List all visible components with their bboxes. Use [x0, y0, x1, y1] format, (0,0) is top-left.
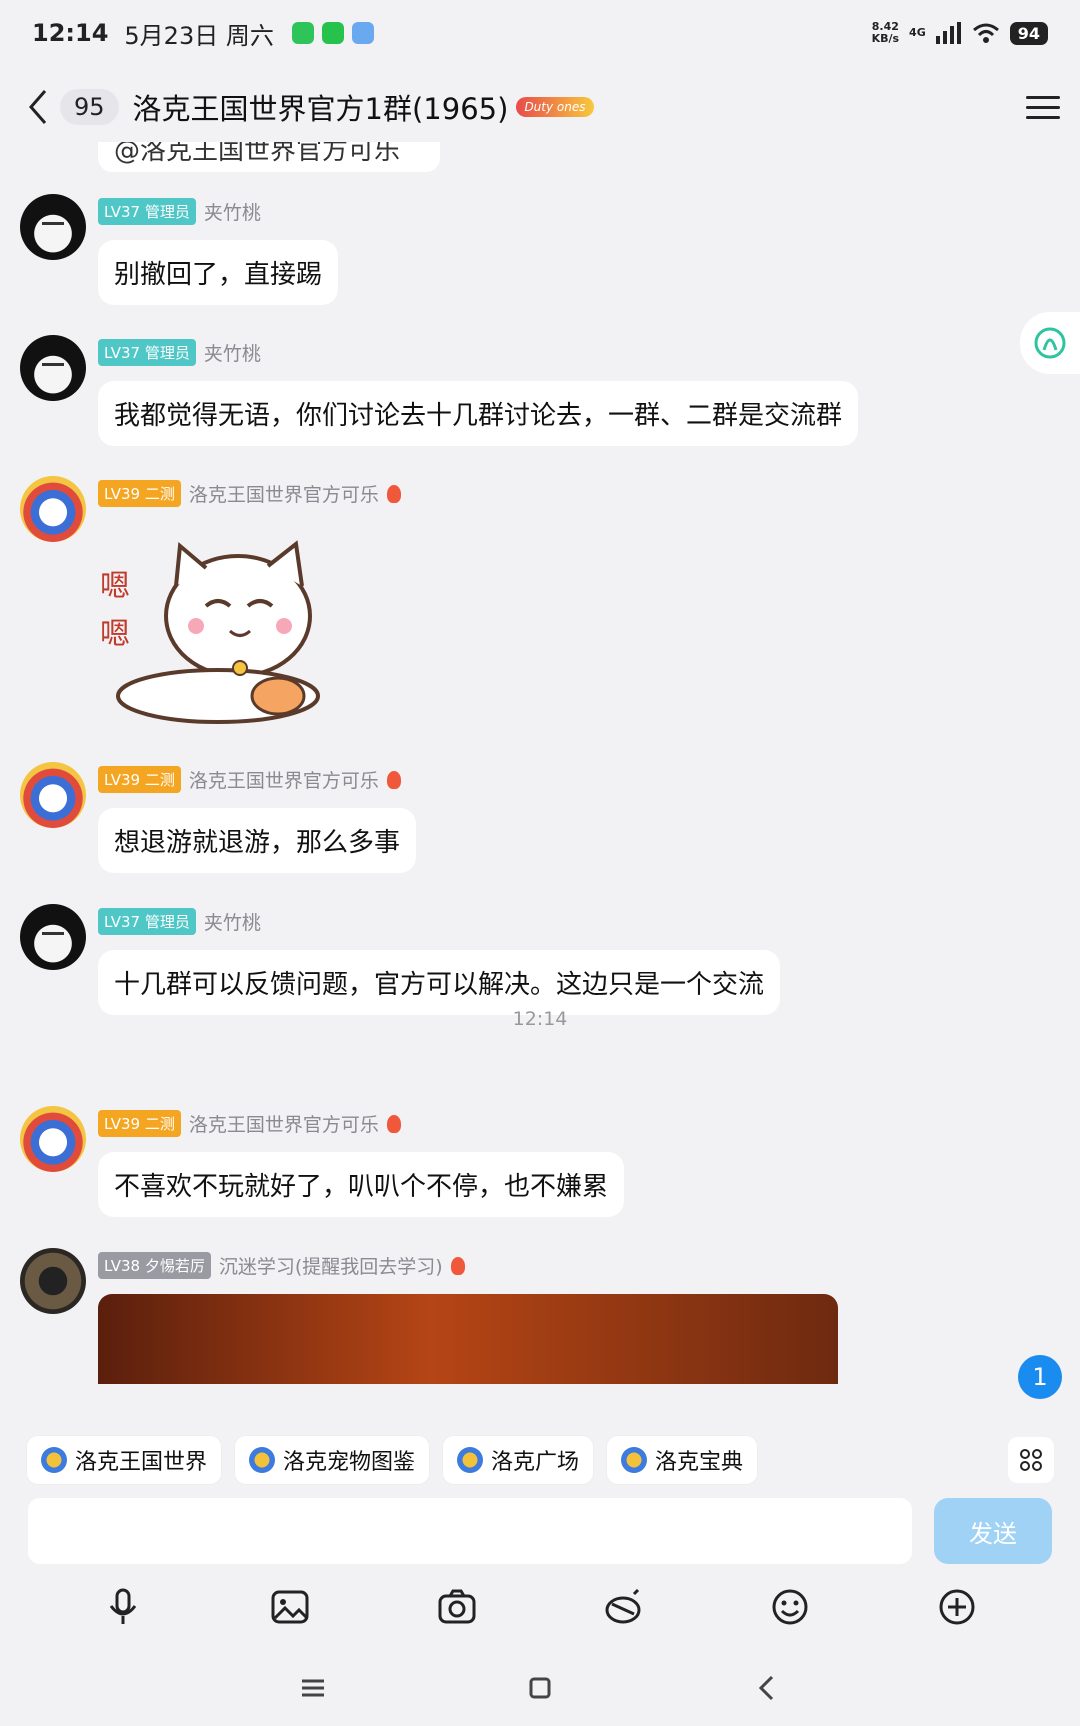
- message-bubble[interactable]: @洛克王国世界官方可乐: [98, 142, 440, 172]
- group-tag: Duty ones: [516, 97, 594, 117]
- message-icon: [321, 22, 344, 44]
- system-nav-bar: [0, 1650, 1080, 1726]
- shortcut-bar: 洛克王国世界 洛克宠物图鉴 洛克广场 洛克宝典: [0, 1422, 1080, 1498]
- status-time: 12:14: [32, 19, 109, 47]
- time-divider: 12:14: [512, 1008, 568, 1030]
- status-date: 5月23日 周六: [124, 21, 274, 50]
- fire-icon: [386, 484, 401, 503]
- network-type: 4G: [909, 26, 926, 39]
- message-bubble[interactable]: 十几群可以反馈问题，官方可以解决。这边只是一个交流: [98, 950, 781, 1015]
- message-input[interactable]: [28, 1498, 912, 1564]
- shortcut-item[interactable]: 洛克王国世界: [26, 1435, 223, 1485]
- shortcut-label: 洛克宝典: [655, 1450, 744, 1475]
- microphone-icon[interactable]: [102, 1586, 144, 1628]
- app-icon: [249, 1447, 276, 1473]
- apps-grid-icon[interactable]: [1008, 1437, 1054, 1483]
- sticker-text: 嗯嗯: [100, 569, 130, 652]
- app-icon: [457, 1447, 484, 1473]
- level-badge: LV39 二测: [98, 1110, 181, 1137]
- battery-level: 94: [1009, 21, 1048, 45]
- nickname[interactable]: 夹竹桃: [204, 908, 261, 935]
- menu-icon[interactable]: [1026, 89, 1060, 126]
- status-bar: 12:14 5月23日 周六 8.42 KB/s 4G 94: [0, 0, 1080, 66]
- plus-icon[interactable]: [936, 1586, 978, 1628]
- group-title[interactable]: 洛克王国世界官方1群(1965): [133, 86, 509, 128]
- ai-assistant-icon[interactable]: [1020, 312, 1080, 374]
- back-nav-icon[interactable]: [752, 1673, 782, 1703]
- image-icon[interactable]: [269, 1586, 311, 1628]
- chat-header: 95 洛克王国世界官方1群(1965) Duty ones: [0, 72, 1080, 142]
- cat-sticker[interactable]: 嗯嗯: [98, 536, 328, 736]
- wechat-icon: [291, 22, 314, 44]
- nickname[interactable]: 夹竹桃: [204, 339, 261, 366]
- fire-icon: [386, 770, 401, 789]
- shortcut-item[interactable]: 洛克广场: [442, 1435, 595, 1485]
- recents-icon[interactable]: [298, 1673, 328, 1703]
- avatar[interactable]: [20, 904, 86, 970]
- message-bubble[interactable]: 想退游就退游，那么多事: [98, 808, 417, 873]
- avatar[interactable]: [20, 1248, 86, 1314]
- message-bubble[interactable]: 我都觉得无语，你们讨论去十几群讨论去，一群、二群是交流群: [98, 381, 859, 446]
- signal-icon: [935, 22, 961, 44]
- chat-list[interactable]: @洛克王国世界官方可乐 LV37 管理员 夹竹桃 别撤回了，直接踢 LV37 管理…: [0, 142, 1080, 1422]
- red-packet-icon[interactable]: [602, 1586, 644, 1628]
- nickname[interactable]: 沉迷学习(提醒我回去学习): [219, 1252, 443, 1279]
- nickname[interactable]: 夹竹桃: [204, 198, 261, 225]
- avatar[interactable]: [20, 762, 86, 828]
- level-badge: LV37 管理员: [98, 339, 196, 366]
- camera-icon[interactable]: [436, 1586, 478, 1628]
- avatar[interactable]: [20, 194, 86, 260]
- shortcut-label: 洛克王国世界: [75, 1450, 208, 1475]
- home-icon[interactable]: [525, 1673, 555, 1703]
- level-badge: LV39 二测: [98, 480, 181, 507]
- app-icon: [41, 1447, 67, 1473]
- level-badge: LV39 二测: [98, 766, 181, 793]
- nickname[interactable]: 洛克王国世界官方可乐: [189, 766, 379, 793]
- back-icon[interactable]: [20, 87, 56, 127]
- shortcut-label: 洛克广场: [491, 1450, 580, 1475]
- fire-icon: [450, 1256, 465, 1275]
- tool-row: [0, 1574, 1080, 1640]
- game-icon: [351, 22, 374, 44]
- unread-count-badge[interactable]: 95: [60, 89, 119, 125]
- message-bubble[interactable]: 不喜欢不玩就好了，叭叭个不停，也不嫌累: [98, 1152, 625, 1217]
- level-badge: LV37 管理员: [98, 198, 196, 225]
- input-row: 发送: [0, 1496, 1080, 1568]
- emoji-icon[interactable]: [769, 1586, 811, 1628]
- wifi-icon: [972, 23, 999, 43]
- shortcut-item[interactable]: 洛克宠物图鉴: [234, 1435, 431, 1485]
- new-message-badge[interactable]: 1: [1018, 1355, 1062, 1399]
- nickname[interactable]: 洛克王国世界官方可乐: [189, 1110, 379, 1137]
- app-icon: [621, 1447, 648, 1473]
- shortcut-label: 洛克宠物图鉴: [283, 1450, 416, 1475]
- send-button[interactable]: 发送: [934, 1498, 1052, 1564]
- avatar[interactable]: [20, 335, 86, 401]
- nickname[interactable]: 洛克王国世界官方可乐: [189, 480, 379, 507]
- message-bubble[interactable]: 别撤回了，直接踢: [98, 240, 339, 305]
- avatar[interactable]: [20, 1106, 86, 1172]
- net-speed: 8.42 KB/s: [871, 20, 900, 45]
- image-message[interactable]: [98, 1294, 838, 1384]
- level-badge: LV38 夕惕若厉: [98, 1252, 211, 1279]
- fire-icon: [386, 1114, 401, 1133]
- level-badge: LV37 管理员: [98, 908, 196, 935]
- avatar[interactable]: [20, 476, 86, 542]
- shortcut-item[interactable]: 洛克宝典: [606, 1435, 759, 1485]
